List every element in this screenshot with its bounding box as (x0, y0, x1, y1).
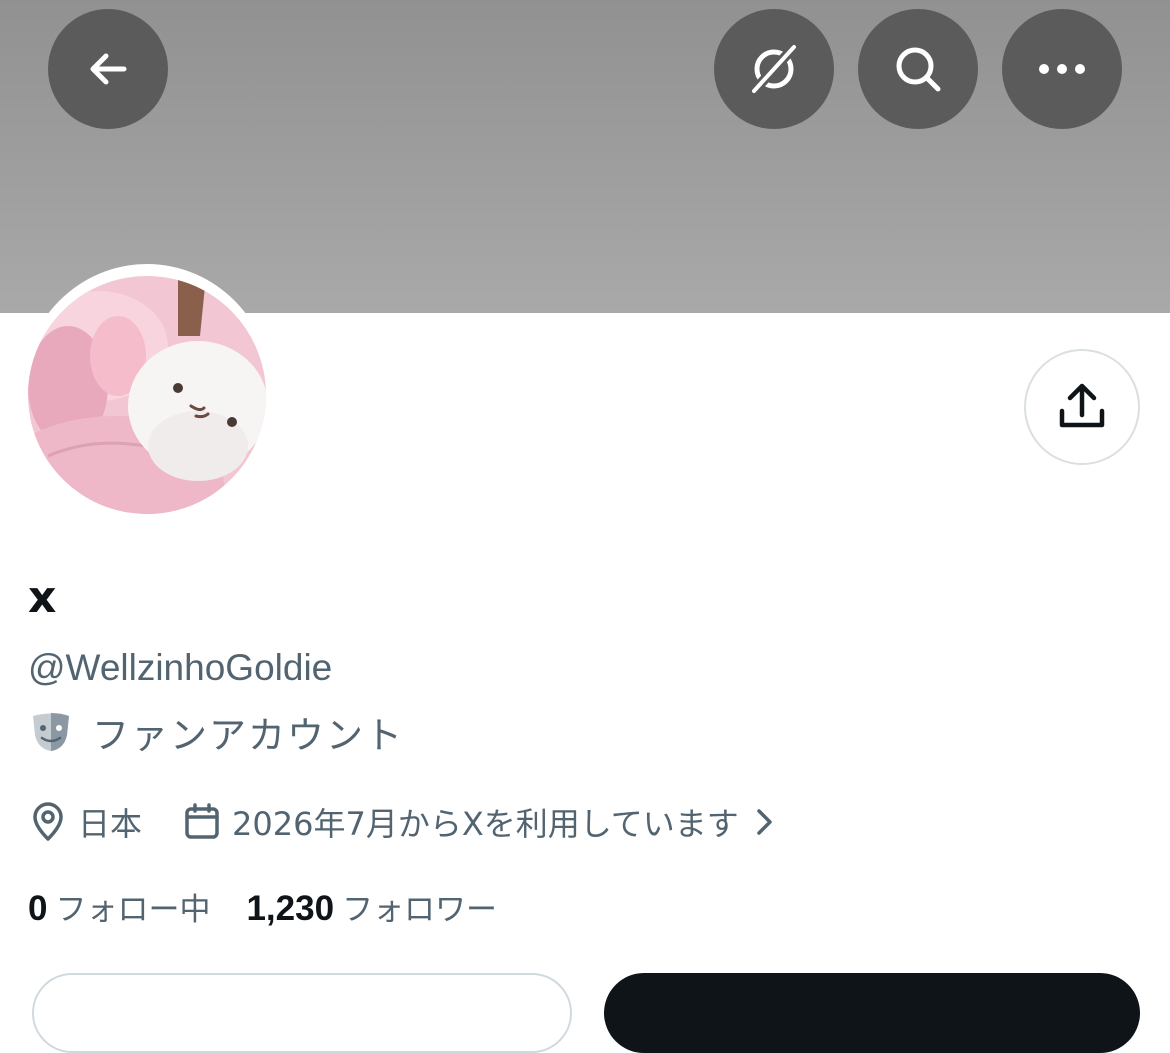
more-button[interactable] (1002, 9, 1122, 129)
location-pin-icon (33, 802, 63, 841)
joined-text: 2026年7月からXを利用しています (232, 805, 739, 843)
follow-stats: 0 フォロー中 1,230 フォロワー (28, 884, 497, 930)
followers-count: 1,230 (246, 889, 335, 928)
category-label: ファンアカウント (92, 714, 404, 757)
arrow-left-icon (90, 53, 127, 85)
profile-category: ファンアカウント (30, 706, 404, 758)
location-text: 日本 (78, 805, 143, 843)
followers-link[interactable]: 1,230 フォロワー (246, 884, 497, 929)
joined-date[interactable]: 2026年7月からXを利用しています (184, 799, 779, 845)
profile-banner[interactable] (0, 0, 1170, 313)
grok-slash-circle-icon (749, 42, 799, 96)
secondary-action-button[interactable] (32, 973, 572, 1053)
share-button[interactable] (1024, 349, 1140, 465)
display-name: x (28, 572, 57, 623)
followers-label: フォロワー (342, 892, 498, 928)
username-handle: @WellzinhoGoldie (28, 647, 333, 688)
search-icon (896, 47, 941, 92)
theater-masks-icon (33, 713, 69, 751)
avatar[interactable] (28, 276, 266, 514)
more-horizontal-icon (1039, 64, 1085, 74)
search-button[interactable] (858, 9, 978, 129)
profile-meta: 日本 2026年7月からXを利用しています (30, 798, 779, 846)
following-label: フォロー中 (55, 892, 211, 928)
share-upload-icon (1059, 383, 1105, 428)
back-button[interactable] (48, 9, 168, 129)
primary-action-button[interactable] (604, 973, 1140, 1053)
grok-button[interactable] (714, 9, 834, 129)
calendar-icon (185, 803, 219, 839)
following-count: 0 (28, 889, 48, 928)
chevron-right-icon (757, 809, 772, 835)
following-link[interactable]: 0 フォロー中 (28, 884, 210, 929)
